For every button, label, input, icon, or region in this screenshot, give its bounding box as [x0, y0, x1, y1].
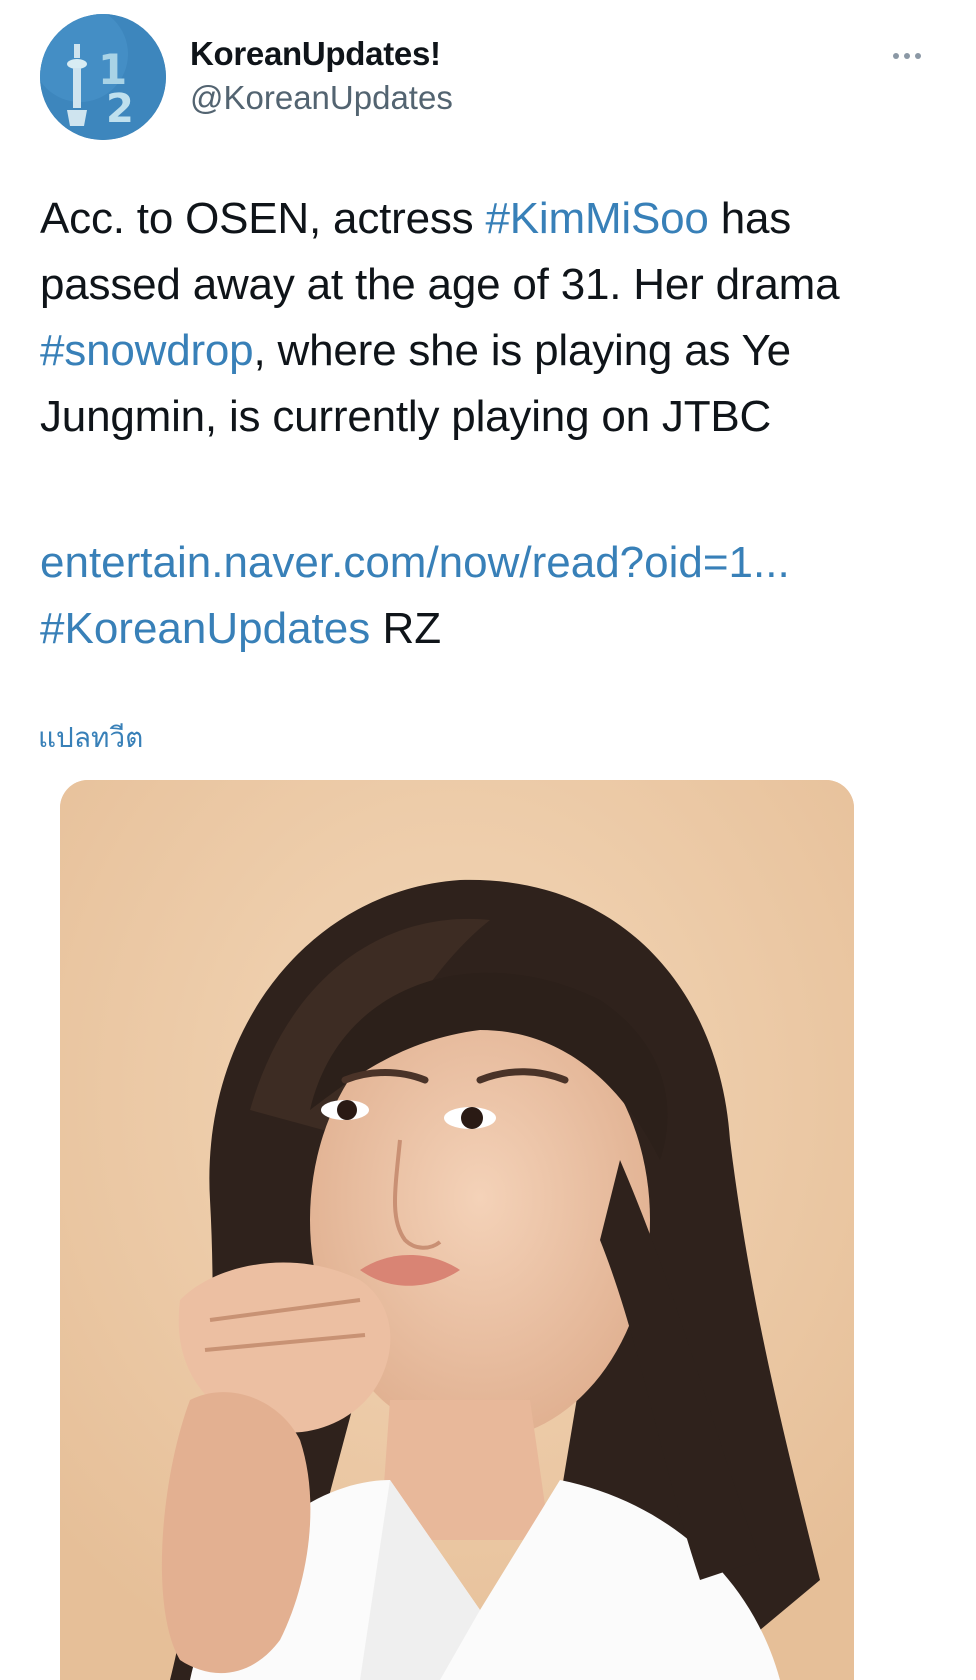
svg-text:2: 2: [106, 86, 134, 132]
author-handle[interactable]: @KoreanUpdates: [190, 76, 453, 120]
tweet-photo[interactable]: [60, 780, 854, 1680]
tweet-text: Acc. to OSEN, actress #KimMiSoo has pass…: [40, 186, 920, 450]
author-display-name[interactable]: KoreanUpdates!: [190, 34, 453, 74]
more-horizontal-icon-dot: [904, 53, 910, 59]
tower-1-2-logo-icon: 1 2: [40, 14, 166, 140]
tweet-header: 1 2 KoreanUpdates! @KoreanUpdates: [40, 14, 940, 144]
tweet-text-segment: RZ: [370, 604, 442, 653]
hashtag-koreanupdates-link[interactable]: #KoreanUpdates: [40, 604, 370, 653]
translate-tweet-link[interactable]: แปลทวีต: [38, 716, 143, 760]
more-horizontal-icon: [893, 53, 899, 59]
more-horizontal-icon-dot: [915, 53, 921, 59]
tweet-links: entertain.naver.com/now/read?oid=1... #K…: [40, 530, 920, 662]
avatar[interactable]: 1 2: [40, 14, 166, 140]
author-names: KoreanUpdates! @KoreanUpdates: [190, 34, 453, 120]
tweet-text-segment: Acc. to OSEN, actress: [40, 194, 486, 243]
hashtag-kimmisoo-link[interactable]: #KimMiSoo: [486, 194, 709, 243]
portrait-photo: [60, 780, 854, 1680]
more-options-button[interactable]: [884, 44, 930, 68]
naver-url-link[interactable]: entertain.naver.com/now/read?oid=1...: [40, 538, 790, 587]
hashtag-snowdrop-link[interactable]: #snowdrop: [40, 326, 254, 375]
